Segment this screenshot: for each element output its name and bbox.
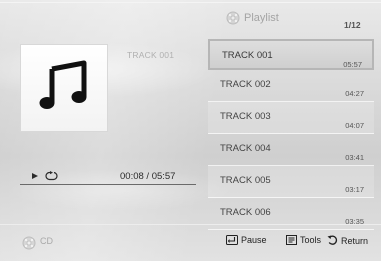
track-duration: 04:07 [345,121,364,130]
track-title: TRACK 004 [220,143,271,154]
source-label: CD [40,236,53,246]
track-title: TRACK 002 [220,79,271,90]
track-title: TRACK 005 [220,175,271,186]
album-art [20,44,108,132]
repeat-icon [45,171,58,181]
tools-label: Tools [300,235,322,245]
track-title: TRACK 006 [220,207,271,218]
track-duration: 05:57 [343,60,362,69]
playlist-disc-icon [226,11,240,25]
track-row-3[interactable]: TRACK 003 04:07 [208,102,374,134]
playlist-count: 1/12 [344,20,361,30]
return-icon [327,235,338,245]
enter-icon [226,235,238,245]
track-title: TRACK 001 [222,50,273,61]
play-icon [32,173,38,179]
cd-disc-icon [22,236,36,250]
return-button[interactable]: Return [327,235,368,246]
track-title: TRACK 003 [220,111,271,122]
music-note-icon [39,60,87,109]
track-row-2[interactable]: TRACK 002 04:27 [208,70,374,102]
pause-button[interactable]: Pause [226,235,267,245]
now-playing-title: TRACK 001 [127,50,175,60]
track-row-6[interactable]: TRACK 006 03:35 [208,198,374,230]
track-duration: 03:17 [345,185,364,194]
track-row-4[interactable]: TRACK 004 03:41 [208,134,374,166]
tools-button[interactable]: Tools [286,235,321,245]
track-row-5[interactable]: TRACK 005 03:17 [208,166,374,198]
track-row-1[interactable]: TRACK 001 05:57 [208,39,374,70]
playback-time: 00:08 / 05:57 [120,171,176,182]
bottom-divider [0,224,381,225]
return-label: Return [341,235,369,246]
music-player-screen: Playlist 1/12 TRACK 001 00:08 / 05:57 TR… [0,0,381,261]
track-duration: 03:41 [345,153,364,162]
tools-icon [286,235,297,245]
progress-line [20,184,196,185]
top-divider [0,2,381,3]
pause-label: Pause [241,235,267,245]
playlist-title: Playlist [244,12,279,24]
track-list: TRACK 001 05:57 TRACK 002 04:27 TRACK 00… [208,39,374,230]
track-duration: 04:27 [345,89,364,98]
